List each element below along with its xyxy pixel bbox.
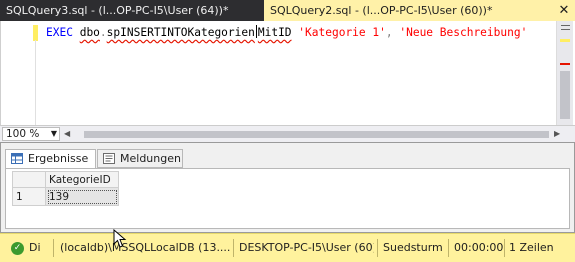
dot: . xyxy=(99,26,107,39)
status-separator xyxy=(448,239,449,257)
status-rows: 1 Zeilen xyxy=(509,241,554,254)
row-number[interactable]: 1 xyxy=(12,187,46,206)
status-user: DESKTOP-PC-I5\User (60) xyxy=(239,241,374,254)
zoom-bar: 100 % ▼ ◀ ▶ xyxy=(0,125,575,142)
status-separator xyxy=(233,239,234,257)
error-indicator xyxy=(560,63,570,65)
tab-results[interactable]: Ergebnisse xyxy=(5,149,96,169)
tab-sqlquery2[interactable]: SQLQuery2.sql - (l...OP-PC-I5\User (60))… xyxy=(264,0,575,21)
check-icon: ✓ xyxy=(11,242,24,255)
string-literal: 'Neue Beschreibung' xyxy=(399,26,528,39)
splitter-handle[interactable] xyxy=(561,25,570,30)
table-row[interactable]: 1 139 xyxy=(12,187,119,206)
grid-icon xyxy=(11,153,23,164)
comma: , xyxy=(385,26,393,39)
editor-vertical-scrollbar[interactable] xyxy=(556,21,573,125)
scroll-left-icon[interactable]: ◀ xyxy=(64,129,70,138)
status-separator xyxy=(377,239,378,257)
results-pane: Ergebnisse Meldungen KategorieID 1 139 xyxy=(0,142,575,233)
change-indicator xyxy=(560,39,570,42)
status-time: 00:00:00 xyxy=(454,241,504,254)
tab-messages[interactable]: Meldungen xyxy=(97,149,183,168)
procedure-name-part2: MitID xyxy=(257,26,292,39)
close-icon[interactable]: ✕ xyxy=(557,0,571,21)
tab-label: Meldungen xyxy=(120,152,181,165)
tab-sqlquery3[interactable]: SQLQuery3.sql - (l...OP-PC-I5\User (64))… xyxy=(0,0,262,21)
schema-name: dbo xyxy=(79,26,100,39)
chevron-down-icon[interactable]: ▼ xyxy=(51,128,57,140)
status-server: (localdb)\MSSQLLocalDB (13.... xyxy=(60,241,230,254)
query-editor[interactable]: EXEC dbo.spINSERTINTOKategorien MitID 'Ka… xyxy=(0,21,575,125)
zoom-value: 100 % xyxy=(6,128,40,140)
change-marker xyxy=(33,25,38,41)
corner-cell[interactable] xyxy=(12,171,46,188)
status-separator xyxy=(504,239,505,257)
results-grid[interactable]: KategorieID 1 139 xyxy=(5,168,570,229)
mouse-pointer-icon xyxy=(113,229,127,248)
fold-line xyxy=(35,40,36,125)
code-line[interactable]: EXEC dbo.spINSERTINTOKategorien MitID 'Ka… xyxy=(46,25,527,41)
editor-gutter xyxy=(1,21,38,125)
table-cell[interactable]: 139 xyxy=(45,187,119,206)
scroll-thumb[interactable] xyxy=(84,131,549,138)
document-tab-bar: SQLQuery3.sql - (l...OP-PC-I5\User (64))… xyxy=(0,0,575,21)
procedure-name-part1: spINSERTINTOKategorien xyxy=(106,26,255,39)
string-literal: 'Kategorie 1' xyxy=(298,26,386,39)
editor-horizontal-scrollbar[interactable]: ◀ ▶ xyxy=(64,129,560,139)
keyword-exec: EXEC xyxy=(46,26,73,39)
status-database: Suedsturm xyxy=(383,241,443,254)
column-header[interactable]: KategorieID xyxy=(45,171,119,188)
status-separator xyxy=(53,239,54,257)
tab-label: SQLQuery3.sql - (l...OP-PC-I5\User (64))… xyxy=(6,4,229,17)
tab-label: SQLQuery2.sql - (l...OP-PC-I5\User (60))… xyxy=(270,4,493,17)
messages-icon xyxy=(103,153,115,164)
scroll-right-icon[interactable]: ▶ xyxy=(554,129,560,138)
zoom-select[interactable]: 100 % ▼ xyxy=(2,127,60,141)
results-table: KategorieID 1 139 xyxy=(12,171,119,206)
header-row: KategorieID xyxy=(12,171,119,188)
scroll-thumb[interactable] xyxy=(560,71,570,119)
status-state: Di xyxy=(29,241,41,254)
tab-label: Ergebnisse xyxy=(28,152,89,165)
text-caret xyxy=(255,25,257,38)
status-bar: ✓ Di (localdb)\MSSQLLocalDB (13.... DESK… xyxy=(0,233,575,262)
